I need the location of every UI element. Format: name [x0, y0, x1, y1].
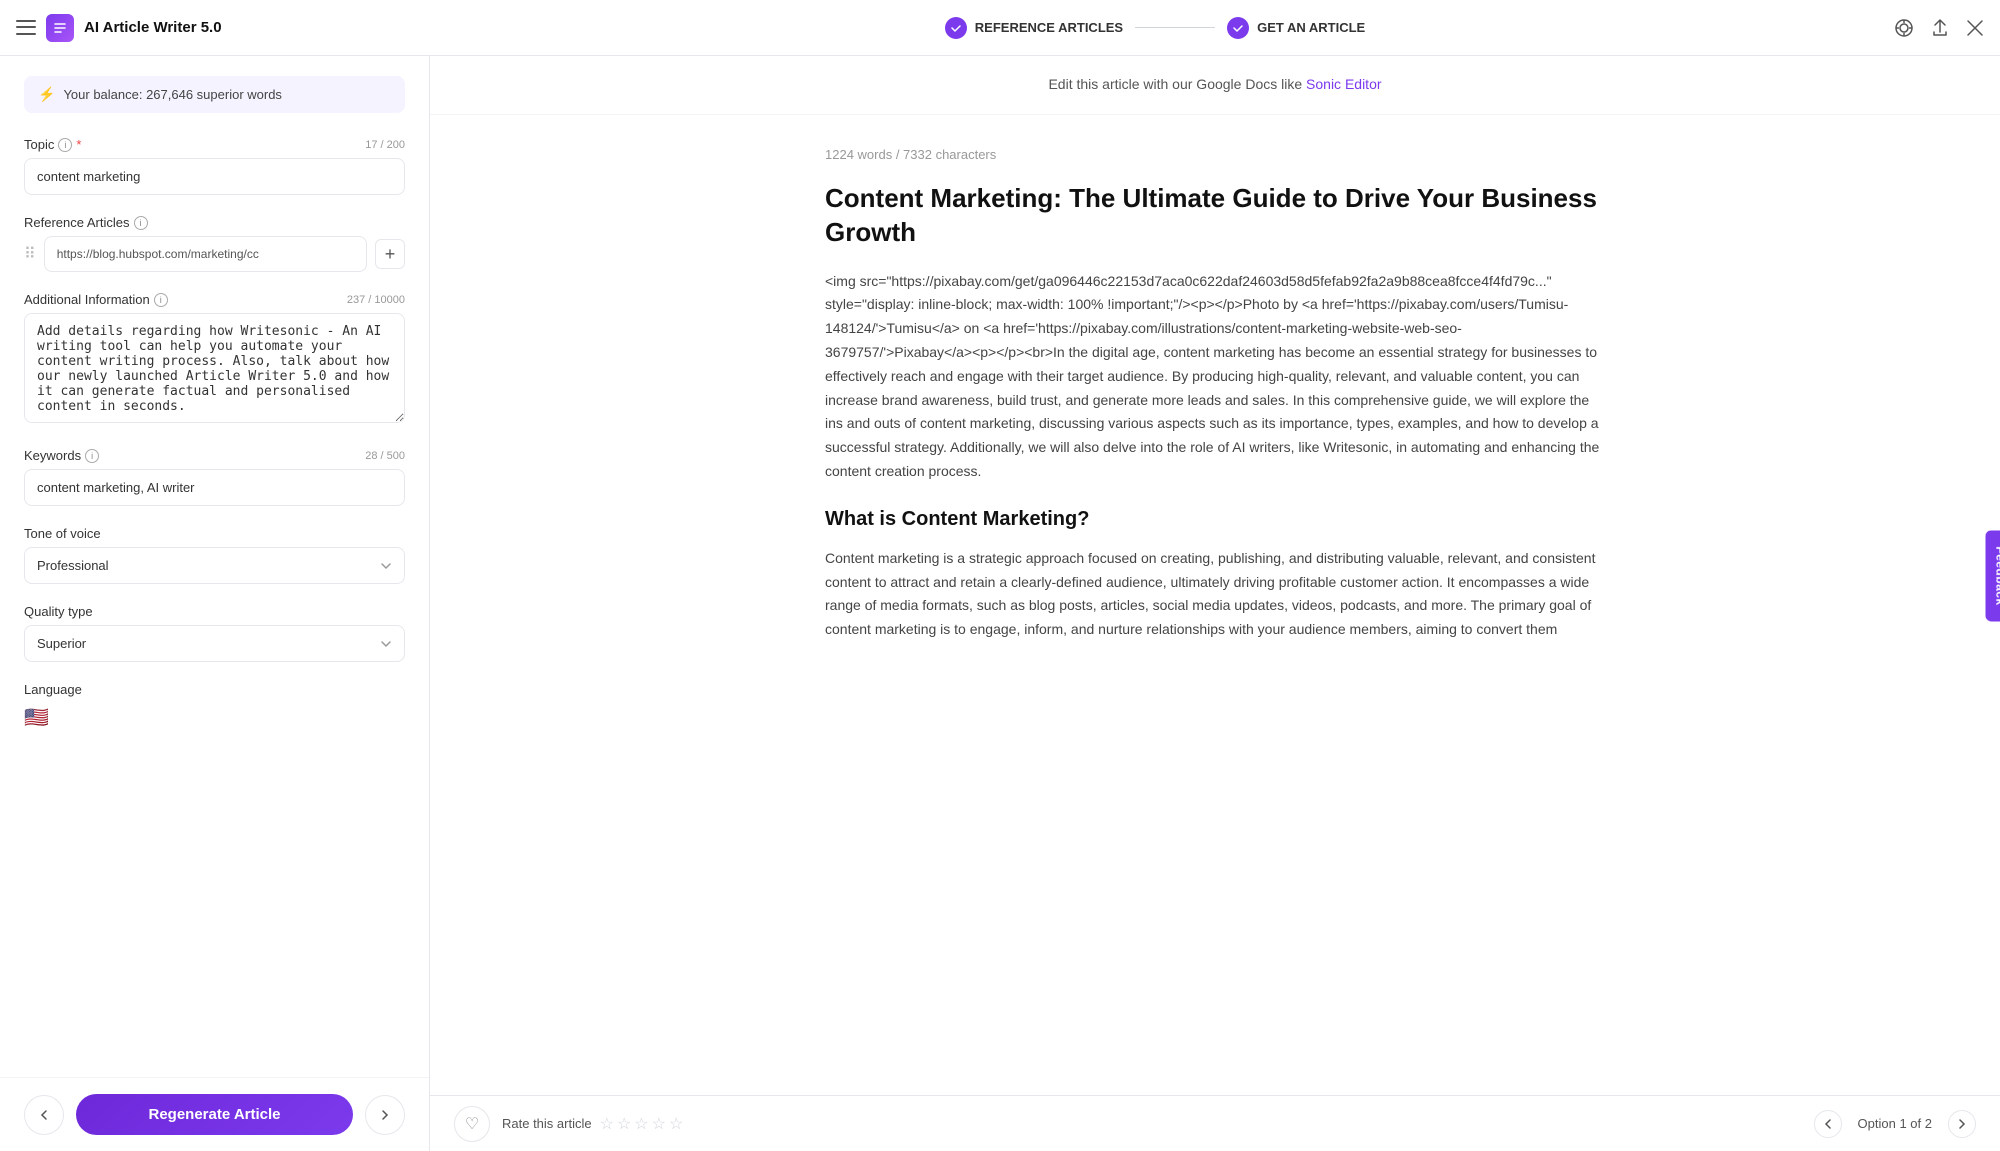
- language-label: Language: [24, 682, 82, 697]
- language-label-row: Language: [24, 682, 405, 697]
- article-title: Content Marketing: The Ultimate Guide to…: [825, 182, 1605, 250]
- additional-info-counter: 237 / 10000: [347, 294, 405, 306]
- lightning-icon: ⚡: [38, 86, 55, 103]
- language-field-group: Language 🇺🇸: [24, 682, 405, 732]
- star-5[interactable]: ☆: [669, 1114, 683, 1134]
- content-header-text: Edit this article with our Google Docs l…: [1048, 76, 1381, 92]
- keywords-counter: 28 / 500: [365, 450, 405, 462]
- share-button[interactable]: [1930, 18, 1950, 38]
- additional-info-label: Additional Information i: [24, 292, 168, 307]
- article-content: 1224 words / 7332 characters Content Mar…: [785, 115, 1645, 766]
- header-steps: REFERENCE ARTICLES GET AN ARTICLE: [446, 17, 1864, 39]
- section2-body: Content marketing is a strategic approac…: [825, 547, 1605, 642]
- logo-icon: [46, 14, 74, 42]
- star-3[interactable]: ☆: [634, 1114, 648, 1134]
- keywords-input[interactable]: [24, 469, 405, 506]
- next-option-button[interactable]: [1948, 1110, 1976, 1138]
- ref-article-row: ⠿ +: [24, 236, 405, 272]
- sonic-editor-link[interactable]: Sonic Editor: [1306, 76, 1381, 92]
- back-button[interactable]: [24, 1095, 64, 1135]
- rate-label: Rate this article: [502, 1116, 592, 1131]
- add-reference-button[interactable]: +: [375, 239, 405, 269]
- ref-label-row: Reference Articles i: [24, 215, 405, 230]
- feedback-tab[interactable]: Feedback: [1985, 530, 2000, 621]
- star-2[interactable]: ☆: [617, 1114, 631, 1134]
- step-get-article[interactable]: GET AN ARTICLE: [1227, 17, 1365, 39]
- additional-info-label-row: Additional Information i 237 / 10000: [24, 292, 405, 307]
- quality-label: Quality type: [24, 604, 93, 619]
- step-reference-articles[interactable]: REFERENCE ARTICLES: [945, 17, 1123, 39]
- article-intro: <img src="https://pixabay.com/get/ga0964…: [825, 270, 1605, 484]
- keywords-info-icon[interactable]: i: [85, 449, 99, 463]
- reference-articles-field-group: Reference Articles i ⠿ +: [24, 215, 405, 272]
- star-4[interactable]: ☆: [652, 1114, 666, 1134]
- balance-badge: ⚡ Your balance: 267,646 superior words: [24, 76, 405, 113]
- option-label: Option 1 of 2: [1858, 1116, 1932, 1131]
- ref-url-input[interactable]: [44, 236, 367, 272]
- header: AI Article Writer 5.0 REFERENCE ARTICLES…: [0, 0, 2000, 56]
- additional-info-icon[interactable]: i: [154, 293, 168, 307]
- hamburger-menu-button[interactable]: [16, 18, 36, 38]
- balance-text: Your balance: 267,646 superior words: [63, 87, 282, 102]
- sidebar: ⚡ Your balance: 267,646 superior words T…: [0, 56, 430, 1151]
- header-left: AI Article Writer 5.0: [16, 14, 446, 42]
- topic-counter: 17 / 200: [365, 139, 405, 151]
- additional-info-textarea[interactable]: Add details regarding how Writesonic - A…: [24, 313, 405, 423]
- rate-section: Rate this article ☆ ☆ ☆ ☆ ☆: [502, 1114, 683, 1134]
- app-title: AI Article Writer 5.0: [84, 19, 222, 36]
- content-footer: ♡ Rate this article ☆ ☆ ☆ ☆ ☆ Option 1 o…: [430, 1095, 2000, 1151]
- step-circle-article: [1227, 17, 1249, 39]
- footer-right: Option 1 of 2: [1814, 1110, 1976, 1138]
- quality-field-group: Quality type Superior Good Economy: [24, 604, 405, 662]
- tone-select[interactable]: Professional Casual Formal Humorous: [24, 547, 405, 584]
- topic-info-icon[interactable]: i: [58, 138, 72, 152]
- word-count: 1224 words / 7332 characters: [825, 147, 1605, 162]
- next-button[interactable]: [365, 1095, 405, 1135]
- star-1[interactable]: ☆: [600, 1114, 614, 1134]
- keywords-label: Keywords i: [24, 448, 99, 463]
- header-right: [1864, 18, 1984, 38]
- quality-label-row: Quality type: [24, 604, 405, 619]
- section2-title: What is Content Marketing?: [825, 508, 1605, 531]
- content-header: Edit this article with our Google Docs l…: [430, 56, 2000, 115]
- keywords-label-row: Keywords i 28 / 500: [24, 448, 405, 463]
- step-circle-reference: [945, 17, 967, 39]
- main-layout: ⚡ Your balance: 267,646 superior words T…: [0, 56, 2000, 1151]
- keywords-field-group: Keywords i 28 / 500: [24, 448, 405, 506]
- step-connector: [1135, 27, 1215, 28]
- topic-label-row: Topic i * 17 / 200: [24, 137, 405, 152]
- close-button[interactable]: [1966, 19, 1984, 37]
- tone-label-row: Tone of voice: [24, 526, 405, 541]
- star-rating[interactable]: ☆ ☆ ☆ ☆ ☆: [600, 1114, 684, 1134]
- sidebar-footer: Regenerate Article: [0, 1077, 429, 1151]
- heart-icon: ♡: [465, 1114, 479, 1134]
- ref-label: Reference Articles i: [24, 215, 148, 230]
- drag-handle-icon[interactable]: ⠿: [24, 244, 36, 264]
- ref-info-icon[interactable]: i: [134, 216, 148, 230]
- topic-field-group: Topic i * 17 / 200: [24, 137, 405, 195]
- topic-input[interactable]: [24, 158, 405, 195]
- additional-info-field-group: Additional Information i 237 / 10000 Add…: [24, 292, 405, 428]
- flag-icon: 🇺🇸: [24, 705, 49, 730]
- regenerate-article-button[interactable]: Regenerate Article: [76, 1094, 353, 1135]
- step-label-article: GET AN ARTICLE: [1257, 20, 1365, 35]
- hamburger-icon: [16, 18, 36, 38]
- content-area: Edit this article with our Google Docs l…: [430, 56, 2000, 1151]
- footer-left: ♡ Rate this article ☆ ☆ ☆ ☆ ☆: [454, 1106, 683, 1142]
- prev-option-button[interactable]: [1814, 1110, 1842, 1138]
- tone-field-group: Tone of voice Professional Casual Formal…: [24, 526, 405, 584]
- step-label-reference: REFERENCE ARTICLES: [975, 20, 1123, 35]
- tone-label: Tone of voice: [24, 526, 101, 541]
- like-button[interactable]: ♡: [454, 1106, 490, 1142]
- target-button[interactable]: [1894, 18, 1914, 38]
- topic-label: Topic i *: [24, 137, 81, 152]
- quality-select[interactable]: Superior Good Economy: [24, 625, 405, 662]
